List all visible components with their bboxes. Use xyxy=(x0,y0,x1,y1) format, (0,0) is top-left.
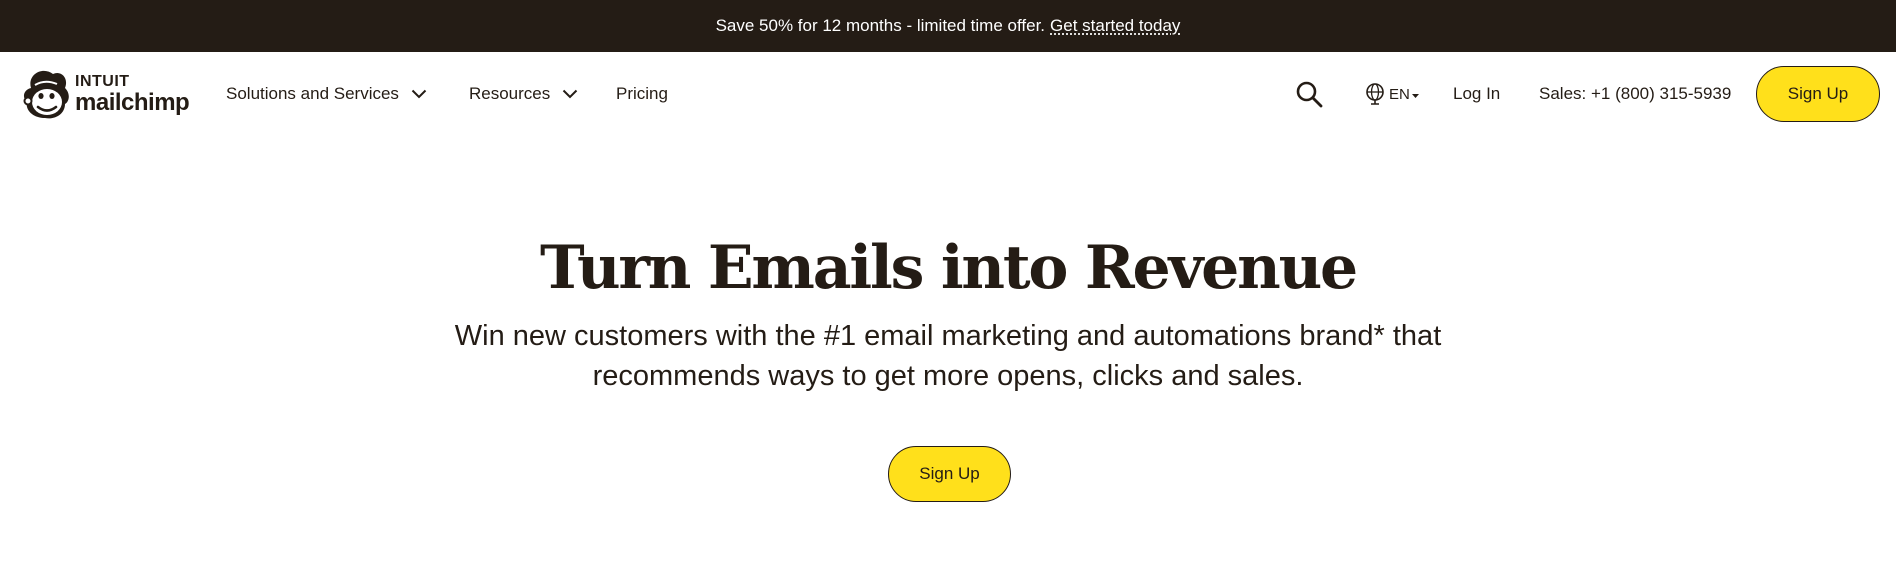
chevron-down-icon xyxy=(562,84,578,104)
login-label: Log In xyxy=(1453,84,1501,103)
hero-subtitle-line-2: recommends ways to get more opens, click… xyxy=(592,360,1304,392)
hero-signup-button[interactable]: Sign Up xyxy=(888,446,1011,502)
logo-line-mailchimp: mailchimp xyxy=(75,88,190,116)
search-button[interactable] xyxy=(1295,52,1323,136)
mailchimp-logo[interactable]: INTUIT mailchimp xyxy=(21,68,190,120)
hero-subtitle-line-1: Win new customers with the #1 email mark… xyxy=(454,320,1442,352)
promo-text: Save 50% for 12 months - limited time of… xyxy=(715,16,1046,35)
sales-phone-link[interactable]: Sales: +1 (800) 315-5939 xyxy=(1539,52,1731,136)
nav-item-label: Solutions and Services xyxy=(226,84,399,103)
nav-item-label: Pricing xyxy=(616,84,668,103)
hero-title: Turn Emails into Revenue xyxy=(540,233,1358,303)
nav-signup-button[interactable]: Sign Up xyxy=(1756,66,1880,122)
search-icon xyxy=(1296,81,1323,108)
hero-subtitle: Win new customers with the #1 email mark… xyxy=(398,316,1498,396)
promo-get-started-link[interactable]: Get started today xyxy=(1050,16,1180,36)
main-nav: INTUIT mailchimp Solutions and Services … xyxy=(0,52,1896,136)
chevron-down-icon xyxy=(411,84,427,104)
freddie-logo-icon xyxy=(23,70,69,119)
globe-icon xyxy=(1366,83,1384,105)
language-label: EN xyxy=(1389,85,1410,103)
language-selector[interactable]: EN xyxy=(1364,52,1419,136)
nav-item-label: Resources xyxy=(469,84,551,103)
logo-wordmark: INTUIT mailchimp xyxy=(75,72,190,116)
nav-item-pricing[interactable]: Pricing xyxy=(616,52,668,136)
nav-item-resources[interactable]: Resources xyxy=(469,52,578,136)
nav-item-solutions[interactable]: Solutions and Services xyxy=(226,52,427,136)
logo-line-intuit: INTUIT xyxy=(75,72,130,90)
login-link[interactable]: Log In xyxy=(1453,52,1500,136)
caret-down-icon xyxy=(1411,86,1419,103)
sales-phone-label: Sales: +1 (800) 315-5939 xyxy=(1539,84,1732,103)
promo-banner: Save 50% for 12 months - limited time of… xyxy=(0,0,1896,52)
